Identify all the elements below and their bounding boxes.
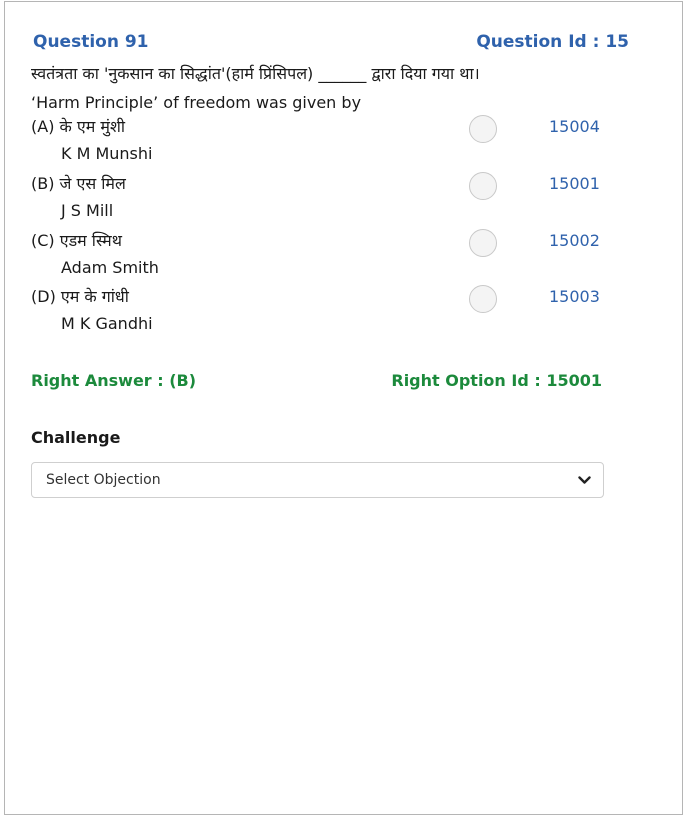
option-label-hindi: (C) एडम स्मिथ	[31, 231, 122, 250]
option-d: (D) एम के गांधी M K Gandhi 15003	[31, 285, 627, 343]
question-header: Question 91 Question Id : 15	[33, 32, 629, 52]
question-id: Question Id : 15	[476, 32, 629, 52]
right-answer: Right Answer : (B)	[31, 371, 197, 390]
question-text-english: ‘Harm Principle’ of freedom was given by	[31, 93, 362, 112]
challenge-label: Challenge	[31, 428, 121, 447]
option-id: 15002	[549, 231, 600, 250]
option-label-hindi: (D) एम के गांधी	[31, 287, 129, 306]
question-number: Question 91	[33, 32, 149, 52]
option-label-hindi: (B) जे एस मिल	[31, 174, 126, 193]
option-label-english: J S Mill	[61, 201, 114, 220]
option-a-radio[interactable]	[469, 115, 497, 143]
right-option-id: Right Option Id : 15001	[391, 371, 602, 390]
option-b: (B) जे एस मिल J S Mill 15001	[31, 172, 627, 230]
option-c-radio[interactable]	[469, 229, 497, 257]
option-id: 15003	[549, 287, 600, 306]
option-b-radio[interactable]	[469, 172, 497, 200]
objection-select-value: Select Objection	[46, 472, 161, 488]
option-label-english: Adam Smith	[61, 258, 159, 277]
question-text-hindi: स्वतंत्रता का 'नुकसान का सिद्धांत'(हार्म…	[31, 64, 480, 83]
option-d-radio[interactable]	[469, 285, 497, 313]
option-label-english: M K Gandhi	[61, 314, 153, 333]
option-a: (A) के एम मुंशी K M Munshi 15004	[31, 115, 627, 173]
option-label-english: K M Munshi	[61, 144, 153, 163]
option-c: (C) एडम स्मिथ Adam Smith 15002	[31, 229, 627, 287]
option-id: 15004	[549, 117, 600, 136]
answer-row: Right Answer : (B) Right Option Id : 150…	[31, 371, 602, 390]
objection-select[interactable]: Select Objection	[31, 462, 604, 498]
option-id: 15001	[549, 174, 600, 193]
option-label-hindi: (A) के एम मुंशी	[31, 117, 125, 136]
chevron-down-icon	[577, 473, 591, 487]
